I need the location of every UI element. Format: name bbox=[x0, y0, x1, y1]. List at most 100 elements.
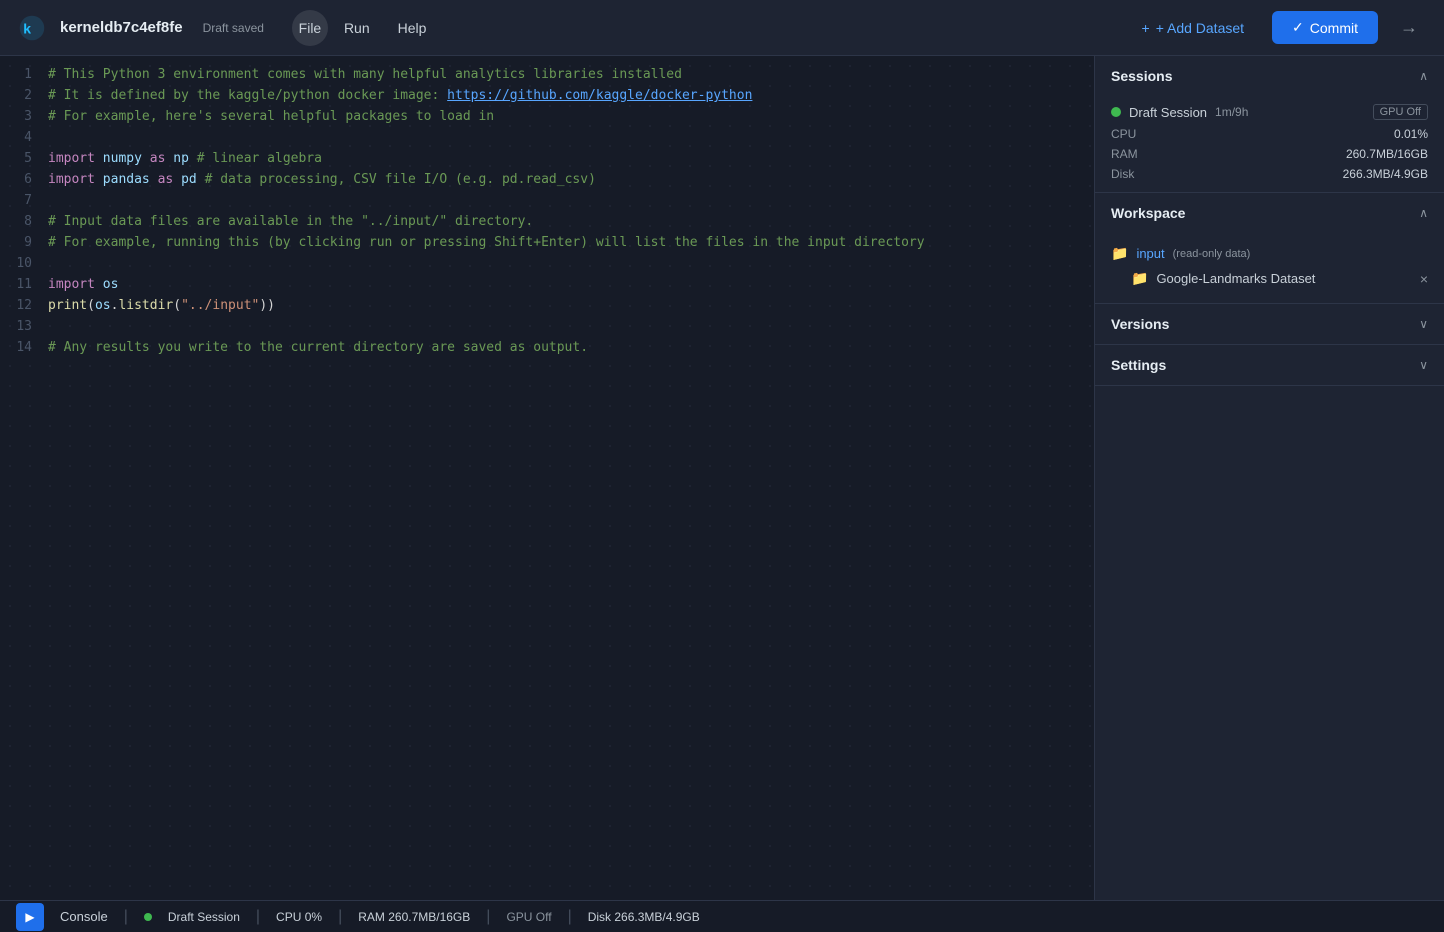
checkmark-icon: ✓ bbox=[1292, 19, 1304, 36]
session-active-dot bbox=[1111, 107, 1121, 117]
workspace-title: Workspace bbox=[1111, 205, 1185, 221]
line-num: 7 bbox=[8, 190, 32, 211]
status-separator-4: | bbox=[486, 908, 490, 926]
sessions-section: Sessions ∧ Draft Session 1m/9h GPU Off C… bbox=[1095, 56, 1444, 193]
workspace-section: Workspace ∧ 📁 input (read-only data) 📁 G… bbox=[1095, 193, 1444, 304]
code-line-13 bbox=[48, 316, 1086, 337]
session-row: Draft Session 1m/9h GPU Off bbox=[1095, 96, 1444, 124]
workspace-content: 📁 input (read-only data) 📁 Google-Landma… bbox=[1095, 233, 1444, 303]
line-num: 14 bbox=[8, 337, 32, 358]
sessions-title: Sessions bbox=[1111, 68, 1172, 84]
disk-resource-row: Disk 266.3MB/4.9GB bbox=[1095, 164, 1444, 184]
input-readonly-badge: (read-only data) bbox=[1173, 248, 1251, 260]
main-content: 1 2 3 4 5 6 7 8 9 10 11 12 13 14 # This … bbox=[0, 56, 1444, 900]
status-separator-2: | bbox=[256, 908, 260, 926]
disk-label: Disk bbox=[1111, 167, 1161, 181]
exit-button[interactable]: → bbox=[1390, 11, 1428, 44]
code-line-12: print(os.listdir("../input")) bbox=[48, 295, 1086, 316]
status-cpu: CPU 0% bbox=[276, 910, 322, 924]
versions-section: Versions ∨ bbox=[1095, 304, 1444, 345]
code-line-2: # It is defined by the kaggle/python doc… bbox=[48, 85, 1086, 106]
nav-menu: File Run Help bbox=[292, 10, 438, 46]
draft-saved-status: Draft saved bbox=[203, 21, 264, 35]
cpu-label: CPU bbox=[1111, 127, 1161, 141]
cpu-resource-row: CPU 0.01% bbox=[1095, 124, 1444, 144]
arrow-right-icon: → bbox=[1400, 17, 1418, 37]
kernel-name: kerneldb7c4ef8fe bbox=[60, 19, 183, 36]
console-label: Console bbox=[60, 909, 108, 924]
input-label: input bbox=[1136, 246, 1164, 261]
code-line-5: import numpy as np # linear algebra bbox=[48, 148, 1086, 169]
line-num: 13 bbox=[8, 316, 32, 337]
status-separator-5: | bbox=[568, 908, 572, 926]
code-line-14: # Any results you write to the current d… bbox=[48, 337, 1086, 358]
dataset-close-icon[interactable]: × bbox=[1420, 271, 1428, 287]
session-left: Draft Session 1m/9h bbox=[1111, 105, 1248, 120]
status-gpu: GPU Off bbox=[506, 910, 551, 924]
folder-icon: 📁 bbox=[1111, 245, 1128, 262]
status-separator-1: | bbox=[124, 908, 128, 926]
commit-button[interactable]: ✓ Commit bbox=[1272, 11, 1378, 44]
settings-title: Settings bbox=[1111, 357, 1166, 373]
header-right: + + Add Dataset ✓ Commit → bbox=[1126, 11, 1429, 44]
add-dataset-label: + Add Dataset bbox=[1156, 20, 1244, 36]
workspace-input-item[interactable]: 📁 input (read-only data) bbox=[1095, 241, 1444, 266]
run-button[interactable]: ▶ bbox=[16, 903, 44, 931]
sidebar: Sessions ∧ Draft Session 1m/9h GPU Off C… bbox=[1094, 56, 1444, 900]
cpu-value: 0.01% bbox=[1394, 127, 1428, 141]
sessions-header[interactable]: Sessions ∧ bbox=[1095, 56, 1444, 96]
ram-resource-row: RAM 260.7MB/16GB bbox=[1095, 144, 1444, 164]
line-num: 4 bbox=[8, 127, 32, 148]
code-line-3: # For example, here's several helpful pa… bbox=[48, 106, 1086, 127]
session-name: Draft Session bbox=[1129, 105, 1207, 120]
commit-label: Commit bbox=[1310, 20, 1358, 36]
versions-chevron-down-icon: ∨ bbox=[1419, 317, 1428, 331]
play-icon: ▶ bbox=[25, 910, 34, 924]
line-num: 3 bbox=[8, 106, 32, 127]
status-ram: RAM 260.7MB/16GB bbox=[358, 910, 470, 924]
subfolder-icon: 📁 bbox=[1131, 270, 1148, 287]
workspace-header[interactable]: Workspace ∧ bbox=[1095, 193, 1444, 233]
ram-value: 260.7MB/16GB bbox=[1346, 147, 1428, 161]
line-numbers: 1 2 3 4 5 6 7 8 9 10 11 12 13 14 bbox=[0, 64, 40, 358]
status-separator-3: | bbox=[338, 908, 342, 926]
settings-chevron-down-icon: ∨ bbox=[1419, 358, 1428, 372]
code-content[interactable]: # This Python 3 environment comes with m… bbox=[40, 64, 1094, 358]
line-num: 8 bbox=[8, 211, 32, 232]
versions-header[interactable]: Versions ∨ bbox=[1095, 304, 1444, 344]
code-line-10 bbox=[48, 253, 1086, 274]
settings-section: Settings ∨ bbox=[1095, 345, 1444, 386]
dataset-name: Google-Landmarks Dataset bbox=[1156, 271, 1315, 286]
line-num: 10 bbox=[8, 253, 32, 274]
code-line-1: # This Python 3 environment comes with m… bbox=[48, 64, 1086, 85]
nav-run[interactable]: Run bbox=[332, 10, 382, 46]
code-editor: 1 2 3 4 5 6 7 8 9 10 11 12 13 14 # This … bbox=[0, 56, 1094, 366]
header-left: k kerneldb7c4ef8fe Draft saved File Run … bbox=[16, 10, 1126, 46]
code-line-7 bbox=[48, 190, 1086, 211]
status-bar: ▶ Console | Draft Session | CPU 0% | RAM… bbox=[0, 900, 1444, 932]
gpu-status-badge: GPU Off bbox=[1373, 104, 1428, 120]
status-disk: Disk 266.3MB/4.9GB bbox=[588, 910, 700, 924]
line-num: 6 bbox=[8, 169, 32, 190]
code-line-11: import os bbox=[48, 274, 1086, 295]
line-num: 5 bbox=[8, 148, 32, 169]
session-time: 1m/9h bbox=[1215, 105, 1248, 119]
plus-icon: + bbox=[1142, 20, 1150, 36]
nav-help[interactable]: Help bbox=[386, 10, 439, 46]
line-num: 9 bbox=[8, 232, 32, 253]
workspace-dataset-item[interactable]: 📁 Google-Landmarks Dataset × bbox=[1095, 266, 1444, 291]
ram-label: RAM bbox=[1111, 147, 1161, 161]
sessions-chevron-up-icon: ∧ bbox=[1419, 69, 1428, 83]
line-num: 12 bbox=[8, 295, 32, 316]
line-num: 2 bbox=[8, 85, 32, 106]
header: k kerneldb7c4ef8fe Draft saved File Run … bbox=[0, 0, 1444, 56]
nav-file[interactable]: File bbox=[292, 10, 328, 46]
editor-area[interactable]: 1 2 3 4 5 6 7 8 9 10 11 12 13 14 # This … bbox=[0, 56, 1094, 900]
session-status-dot bbox=[144, 913, 152, 921]
settings-header[interactable]: Settings ∨ bbox=[1095, 345, 1444, 385]
code-line-9: # For example, running this (by clicking… bbox=[48, 232, 1086, 253]
add-dataset-button[interactable]: + + Add Dataset bbox=[1126, 12, 1261, 44]
line-num: 11 bbox=[8, 274, 32, 295]
disk-value: 266.3MB/4.9GB bbox=[1343, 167, 1428, 181]
workspace-chevron-up-icon: ∧ bbox=[1419, 206, 1428, 220]
